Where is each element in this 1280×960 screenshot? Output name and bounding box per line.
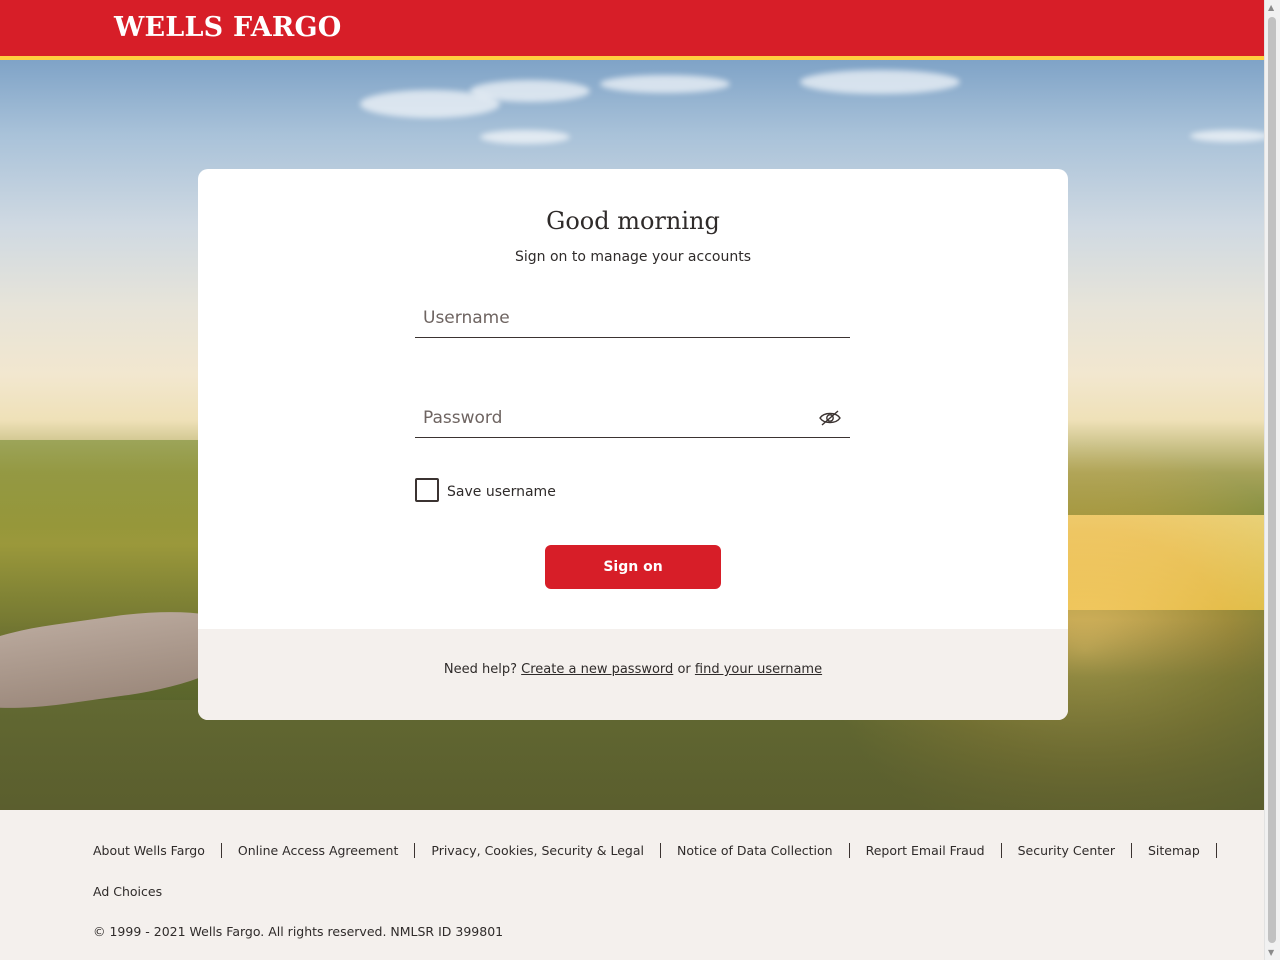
find-username-link[interactable]: find your username	[695, 662, 822, 677]
save-username-label[interactable]: Save username	[447, 484, 556, 500]
scroll-down-icon[interactable]: ▼	[1268, 948, 1274, 957]
username-field	[415, 299, 850, 338]
footer-links: About Wells Fargo Online Access Agreemen…	[93, 843, 1217, 858]
help-prefix: Need help?	[443, 662, 518, 677]
footer-link-sitemap[interactable]: Sitemap	[1132, 843, 1217, 858]
page-footer: About Wells Fargo Online Access Agreemen…	[0, 810, 1265, 960]
footer-link-data-collection[interactable]: Notice of Data Collection	[661, 843, 850, 858]
create-password-link[interactable]: Create a new password	[521, 662, 673, 677]
sign-on-subtitle: Sign on to manage your accounts	[515, 249, 751, 265]
username-input[interactable]	[415, 299, 850, 337]
greeting-heading: Good morning	[546, 207, 720, 235]
top-header: WELLS FARGO	[0, 0, 1265, 60]
scrollbar-thumb[interactable]	[1268, 17, 1276, 943]
eye-slash-icon[interactable]	[818, 408, 842, 428]
save-username-checkbox[interactable]	[415, 478, 439, 502]
scroll-up-icon[interactable]: ▲	[1268, 3, 1274, 12]
page-scrollbar[interactable]: ▲ ▼	[1264, 0, 1280, 960]
copyright-text: © 1999 - 2021 Wells Fargo. All rights re…	[93, 924, 504, 939]
footer-link-security-center[interactable]: Security Center	[1002, 843, 1132, 858]
wells-fargo-logo[interactable]: WELLS FARGO	[114, 12, 342, 43]
sign-on-card: Good morning Sign on to manage your acco…	[198, 169, 1068, 720]
password-field	[415, 399, 850, 438]
footer-link-about[interactable]: About Wells Fargo	[93, 843, 222, 858]
footer-link-ad-choices[interactable]: Ad Choices	[93, 884, 162, 899]
sign-on-button[interactable]: Sign on	[545, 545, 721, 589]
footer-link-report-fraud[interactable]: Report Email Fraud	[850, 843, 1002, 858]
password-input[interactable]	[415, 399, 850, 437]
footer-link-privacy[interactable]: Privacy, Cookies, Security & Legal	[415, 843, 661, 858]
help-or: or	[677, 662, 691, 677]
help-section: Need help? Create a new password or find…	[198, 629, 1068, 720]
footer-link-online-access[interactable]: Online Access Agreement	[222, 843, 416, 858]
